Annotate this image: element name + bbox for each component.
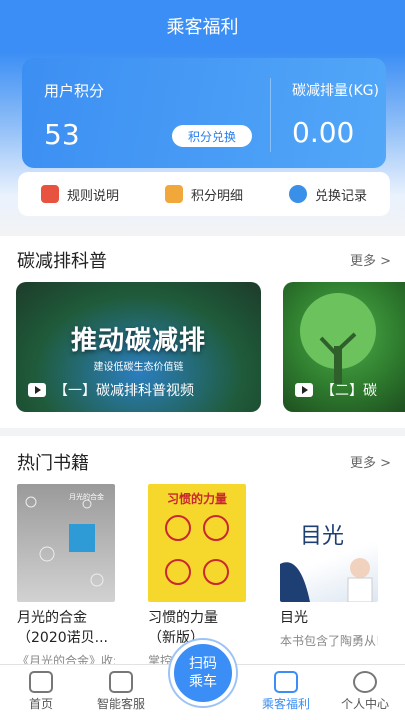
play-icon xyxy=(295,383,313,397)
robot-icon xyxy=(109,671,133,693)
book-cover-1: 月光的合金 xyxy=(17,484,115,602)
points-detail-label: 积分明细 xyxy=(190,188,243,204)
book-title-1-line2: （2020诺贝... xyxy=(17,630,108,646)
books-title: 热门书籍 xyxy=(17,453,89,474)
video-headline: 推动碳减排 xyxy=(70,326,206,356)
card-divider xyxy=(270,78,271,152)
page-title: 乘客福利 xyxy=(166,17,239,38)
gift-icon xyxy=(274,671,298,693)
book-cover-2: 习惯的力量 xyxy=(148,484,246,602)
home-icon xyxy=(29,671,53,693)
video-caption-1: 【一】碳减排科普视频 xyxy=(28,380,194,400)
carbon-value: 0.00 xyxy=(292,116,355,149)
book-item-1[interactable]: 月光的合金 月光的合金 （2020诺贝... 《月光的合金》收: xyxy=(17,484,115,669)
user-icon xyxy=(353,671,377,693)
points-label: 用户积分 xyxy=(44,82,105,100)
app-header: 乘客福利 xyxy=(0,0,405,52)
tab-benefits[interactable]: 乘客福利 xyxy=(251,671,321,712)
video-subtitle: 建设低碳生态价值链 xyxy=(93,362,184,373)
book-title-1: 月光的合金 （2020诺贝... xyxy=(17,608,115,648)
points-card: 用户积分 53 积分兑换 碳减排量(KG) 0.00 xyxy=(22,58,386,168)
points-detail-link[interactable]: 积分明细 xyxy=(164,185,243,204)
carbon-label: 碳减排量(KG) xyxy=(292,83,379,99)
rules-link[interactable]: 规则说明 xyxy=(40,185,119,204)
video-caption-text-2: 【二】碳 xyxy=(321,383,377,399)
scan-ride-button[interactable]: 扫码 乘车 xyxy=(170,640,236,706)
play-icon xyxy=(28,383,46,397)
rules-label: 规则说明 xyxy=(66,188,119,204)
book-desc-3: 本书包含了陶勇从! xyxy=(280,634,378,648)
books-more-link[interactable]: 更多 > xyxy=(350,452,391,471)
tree-illustration xyxy=(300,293,376,384)
book-title-1-line1: 月光的合金 xyxy=(17,610,87,626)
redeem-button[interactable]: 积分兑换 xyxy=(172,125,252,147)
scan-label-2: 乘车 xyxy=(189,674,217,690)
redeem-record-link[interactable]: 兑换记录 xyxy=(288,185,367,204)
book-title-2-line1: 习惯的力量 xyxy=(148,610,218,626)
book-item-3[interactable]: 目光 目光 本书包含了陶勇从! xyxy=(280,484,378,649)
science-title: 碳减排科普 xyxy=(17,251,107,272)
book-title-3-line1: 目光 xyxy=(280,610,308,626)
tab-profile-label: 个人中心 xyxy=(340,697,389,711)
redeem-record-label: 兑换记录 xyxy=(314,188,367,204)
tab-service-label: 智能客服 xyxy=(96,697,145,711)
tab-profile[interactable]: 个人中心 xyxy=(330,671,400,712)
tab-home[interactable]: 首页 xyxy=(6,671,76,712)
video-caption-text-1: 【一】碳减排科普视频 xyxy=(54,383,194,399)
points-value: 53 xyxy=(44,118,80,151)
tab-benefits-label: 乘客福利 xyxy=(261,697,310,711)
record-icon xyxy=(288,185,307,203)
book-cover-text-3: 目光 xyxy=(300,524,345,549)
book-title-3: 目光 xyxy=(280,608,378,628)
rules-icon xyxy=(40,185,59,203)
science-more-link[interactable]: 更多 > xyxy=(350,250,391,269)
tab-home-label: 首页 xyxy=(28,697,53,711)
quick-links: 规则说明 积分明细 兑换记录 xyxy=(18,172,390,216)
video-card-1[interactable]: 推动碳减排 建设低碳生态价值链 【一】碳减排科普视频 xyxy=(16,282,261,412)
scan-label-1: 扫码 xyxy=(189,656,217,672)
video-caption-2: 【二】碳 xyxy=(295,380,377,400)
book-cover-text-1: 月光的合金 xyxy=(69,493,104,501)
detail-icon xyxy=(164,185,183,203)
tab-service[interactable]: 智能客服 xyxy=(86,671,156,712)
video-card-2[interactable]: 【二】碳 xyxy=(283,282,405,412)
book-cover-text-2: 习惯的力量 xyxy=(166,492,227,506)
book-cover-3: 目光 xyxy=(280,484,378,602)
